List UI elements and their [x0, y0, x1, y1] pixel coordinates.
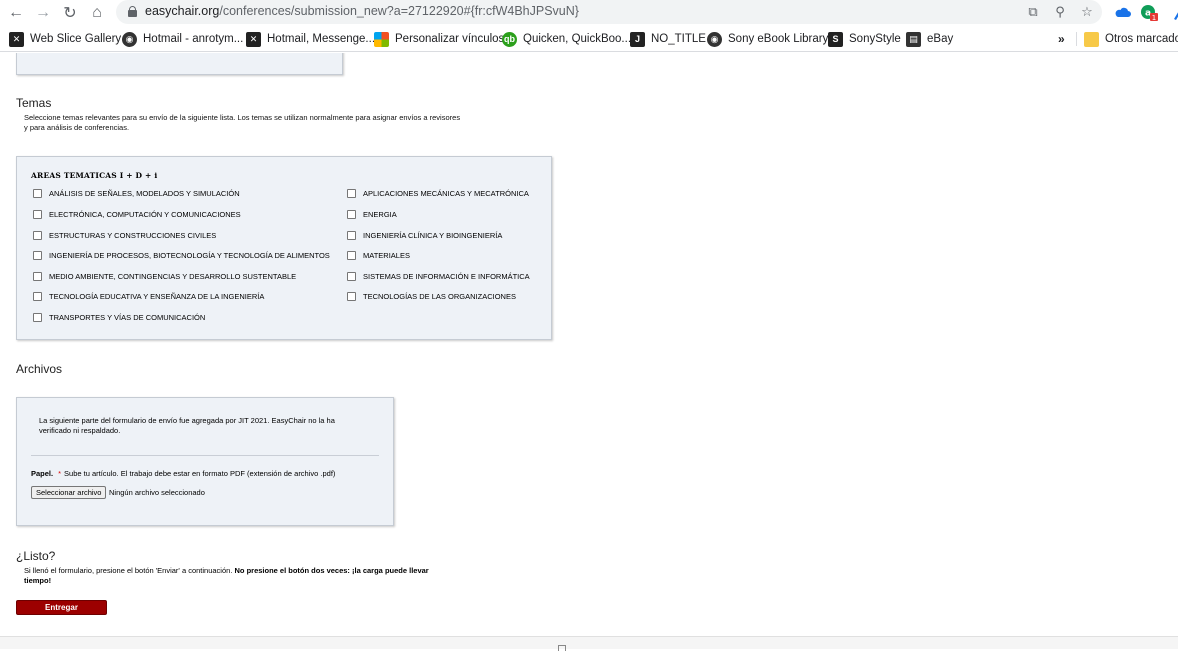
topic-checkbox-row[interactable]: ELECTRÓNICA, COMPUTACIÓN Y COMUNICACIONE… [33, 210, 241, 219]
forward-arrow-icon[interactable]: → [32, 2, 54, 24]
topic-checkbox-row[interactable]: INGENIERÍA DE PROCESOS, BIOTECNOLOGÍA Y … [33, 251, 330, 260]
files-note: La siguiente parte del formulario de env… [39, 416, 335, 435]
checkbox[interactable] [33, 231, 42, 240]
paper-field-label: Papel. * Sube tu artículo. El trabajo debe… [31, 469, 336, 478]
reload-icon[interactable]: ↻ [59, 2, 81, 24]
checkbox[interactable] [347, 272, 356, 281]
bookmark-sonystyle[interactable]: S SonyStyle [828, 30, 901, 48]
topics-title: Temas [16, 96, 52, 110]
extension-icon[interactable]: a 1 [1140, 4, 1158, 22]
bookmark-quicken[interactable]: qb Quicken, QuickBoo... [502, 30, 631, 48]
bookmark-personalizar-vinculos[interactable]: Personalizar vínculos [374, 30, 504, 48]
zoom-icon[interactable]: ⚲ [1051, 3, 1069, 21]
translate-icon[interactable]: ⧉ [1024, 3, 1042, 21]
ready-text: Si llenó el formulario, presione el botó… [24, 566, 429, 585]
topic-checkbox-row[interactable]: ESTRUCTURAS Y CONSTRUCCIONES CIVILES [33, 231, 216, 240]
globe-icon: ◉ [122, 31, 137, 47]
topic-checkbox-row[interactable]: ENERGIA [347, 210, 397, 219]
checkbox[interactable] [33, 292, 42, 301]
url-text[interactable]: easychair.org/conferences/submission_new… [145, 4, 579, 18]
cloud-extension-icon[interactable] [1114, 4, 1132, 22]
bookmarks-divider [1076, 32, 1077, 46]
topic-checkbox-row[interactable]: APLICACIONES MECÁNICAS Y MECATRÓNICA [347, 189, 529, 198]
checkbox[interactable] [347, 210, 356, 219]
browser-toolbar: ← → ↻ ⌂ easychair.org/conferences/submis… [0, 0, 1178, 26]
checkbox[interactable] [33, 189, 42, 198]
divider [31, 455, 379, 456]
bookmarks-bar: ✕ Web Slice Gallery ◉ Hotmail - anrotym...… [0, 26, 1178, 52]
home-icon[interactable]: ⌂ [86, 2, 108, 24]
svg-text:1: 1 [1152, 14, 1156, 22]
previous-section-box [16, 53, 343, 75]
topic-checkbox-row[interactable]: MATERIALES [347, 251, 410, 260]
quickbooks-icon: qb [502, 31, 517, 47]
topic-checkbox-row[interactable]: ANÁLISIS DE SEÑALES, MODELADOS Y SIMULAC… [33, 189, 240, 198]
required-asterisk: * [58, 469, 62, 478]
checkbox[interactable] [33, 313, 42, 322]
page-content: Temas Seleccione temas relevantes para s… [0, 53, 1178, 636]
folder-icon [1084, 31, 1099, 47]
more-bookmarks-chevron-icon[interactable]: » [1058, 32, 1065, 46]
files-box: La siguiente parte del formulario de env… [16, 397, 394, 526]
topics-description: Seleccione temas relevantes para su enví… [24, 113, 461, 132]
choose-file-button[interactable]: Seleccionar archivo [31, 486, 107, 499]
ready-title: ¿Listo? [16, 549, 56, 563]
web-slice-icon: ✕ [246, 31, 261, 47]
s-icon: S [828, 31, 843, 47]
files-title: Archivos [16, 362, 63, 376]
back-arrow-icon[interactable]: ← [5, 2, 27, 24]
bookmark-other-bookmarks[interactable]: Otros marcadore [1084, 30, 1178, 48]
download-icon [558, 645, 566, 651]
checkbox[interactable] [33, 210, 42, 219]
checkbox[interactable] [33, 272, 42, 281]
address-bar[interactable]: easychair.org/conferences/submission_new… [116, 0, 1102, 24]
star-icon[interactable]: ☆ [1078, 3, 1096, 21]
bookmark-no-title[interactable]: J NO_TITLE [630, 30, 706, 48]
checkbox[interactable] [347, 231, 356, 240]
bookmark-ebay[interactable]: ▤ eBay [906, 30, 953, 48]
checkbox[interactable] [347, 292, 356, 301]
download-bar [0, 636, 1178, 651]
microsoft-icon [374, 31, 389, 47]
bookmark-hotmail-anrotym[interactable]: ◉ Hotmail - anrotym... [122, 30, 243, 48]
checkbox[interactable] [347, 251, 356, 260]
pen-extension-icon[interactable] [1168, 4, 1178, 22]
bag-icon: ▤ [906, 31, 921, 47]
j-icon: J [630, 31, 645, 47]
topic-checkbox-row[interactable]: TECNOLOGÍAS DE LAS ORGANIZACIONES [347, 292, 516, 301]
no-file-selected-text: Ningún archivo seleccionado [109, 488, 205, 497]
topic-checkbox-row[interactable]: SISTEMAS DE INFORMACIÓN E INFORMÁTICA [347, 272, 530, 281]
submit-button[interactable]: Entregar [16, 600, 107, 615]
topic-checkbox-row[interactable]: TRANSPORTES Y VÍAS DE COMUNICACIÓN [33, 313, 205, 322]
bookmark-sony-ebook-library[interactable]: ◉ Sony eBook Library [707, 30, 828, 48]
lock-icon [128, 6, 137, 17]
globe-icon: ◉ [707, 31, 722, 47]
web-slice-icon: ✕ [9, 31, 24, 47]
topic-checkbox-row[interactable]: TECNOLOGÍA EDUCATIVA Y ENSEÑANZA DE LA I… [33, 292, 264, 301]
bookmark-hotmail-messenger[interactable]: ✕ Hotmail, Messenge... [246, 30, 375, 48]
checkbox[interactable] [33, 251, 42, 260]
topic-checkbox-row[interactable]: MEDIO AMBIENTE, CONTINGENCIAS Y DESARROL… [33, 272, 296, 281]
topic-checkbox-row[interactable]: INGENIERÍA CLÍNICA Y BIOINGENIERÍA [347, 231, 502, 240]
topics-group-title: AREAS TEMATICAS I + D + i [31, 171, 158, 180]
topics-box: AREAS TEMATICAS I + D + i ANÁLISIS DE SE… [16, 156, 552, 340]
bookmark-web-slice-gallery[interactable]: ✕ Web Slice Gallery [9, 30, 121, 48]
checkbox[interactable] [347, 189, 356, 198]
